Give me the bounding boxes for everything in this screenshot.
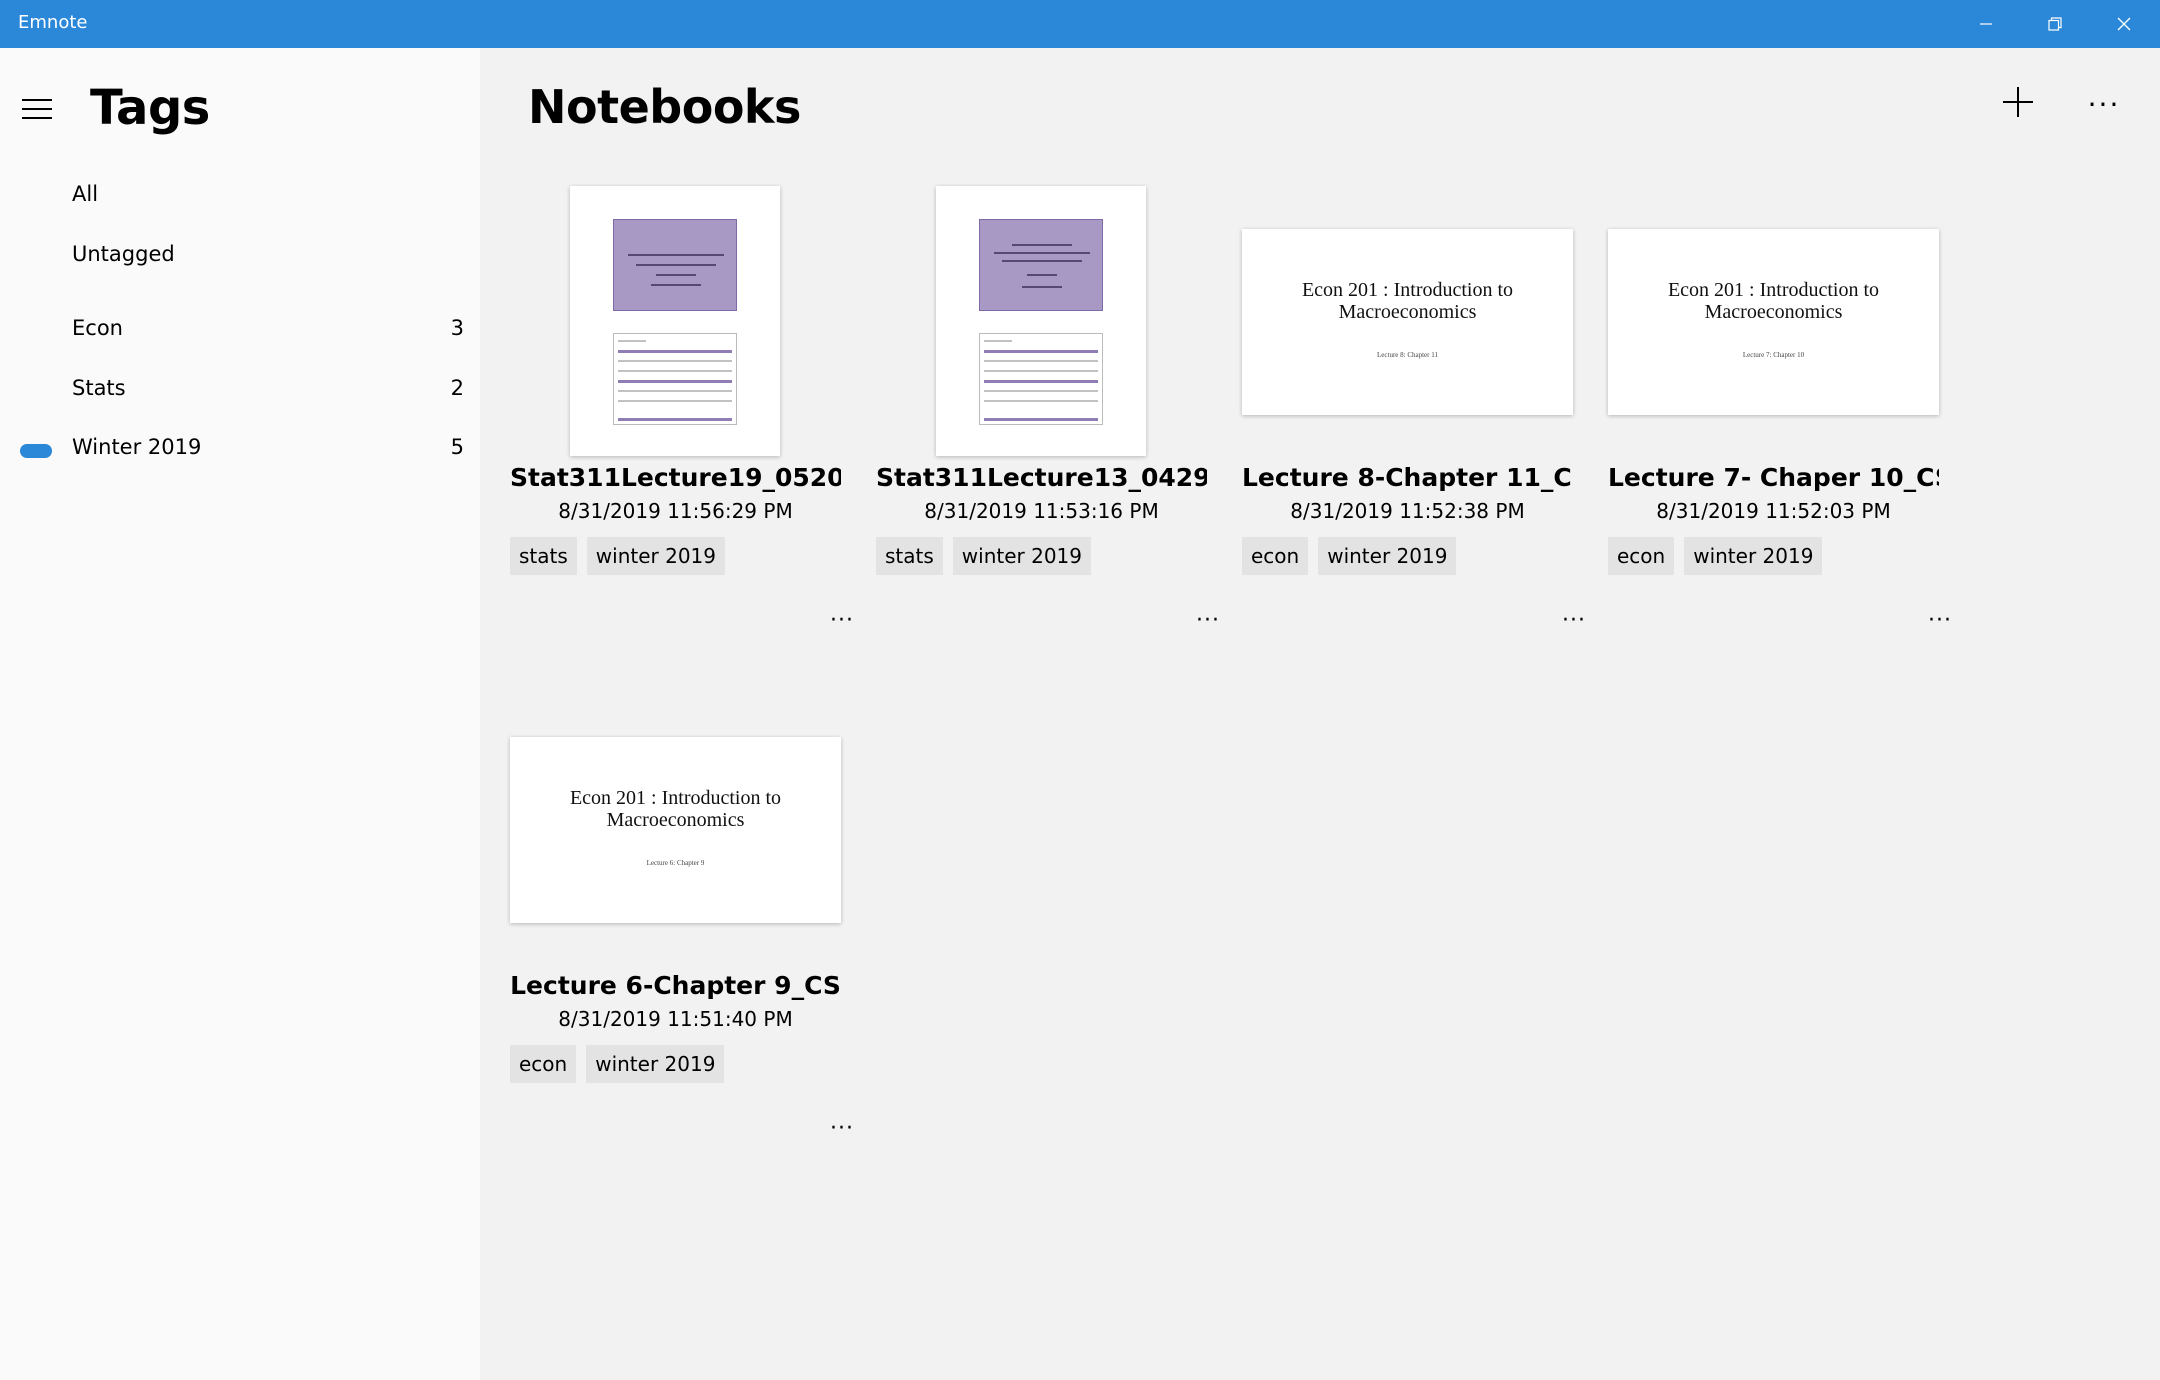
tag-chip[interactable]: stats <box>876 537 943 575</box>
tag-chip[interactable]: winter 2019 <box>586 1045 725 1083</box>
tag-count: 2 <box>450 376 464 400</box>
slide-preview <box>979 333 1103 425</box>
document-preview: Econ 201 : Introduction to Macroeconomic… <box>1608 229 1939 415</box>
sidebar-title: Tags <box>90 80 210 136</box>
more-options-button[interactable]: ··· <box>2082 84 2126 124</box>
sidebar-item-label: Stats <box>72 376 126 400</box>
close-icon <box>2117 17 2131 31</box>
notebook-date: 8/31/2019 11:53:16 PM <box>924 499 1159 523</box>
notebook-card[interactable]: Econ 201 : Introduction to Macroeconomic… <box>510 684 876 1164</box>
notebook-date: 8/31/2019 11:51:40 PM <box>558 1007 793 1031</box>
notebooks-panel: Notebooks ··· Stat311Lecture19_0520 8/31… <box>480 48 2160 1380</box>
tag-count: 5 <box>450 435 464 459</box>
tag-list: econ winter 2019 <box>1242 537 1457 575</box>
sidebar-item-untagged[interactable]: Untagged <box>0 232 480 284</box>
notebook-card[interactable]: Econ 201 : Introduction to Macroeconomic… <box>1608 176 1974 656</box>
notebook-thumbnail[interactable] <box>510 176 876 458</box>
slide-heading: Econ 201 : Introduction to Macroeconomic… <box>569 787 782 831</box>
page-title: Notebooks <box>528 80 801 134</box>
document-preview <box>570 186 780 456</box>
slide-preview <box>979 219 1103 311</box>
title-bar: Emnote <box>0 0 2160 48</box>
sidebar-item-winter-2019[interactable]: Winter 2019 5 <box>0 425 480 477</box>
notebook-more-button[interactable]: ··· <box>820 608 864 638</box>
tags-sidebar: Tags All Untagged Econ 3 Stats 2 Winter … <box>0 48 480 1380</box>
notebook-title: Lecture 7- Chaper 10_CS <box>1608 463 1939 492</box>
tag-list: stats winter 2019 <box>876 537 1091 575</box>
add-notebook-button[interactable] <box>1996 80 2040 124</box>
plus-icon <box>2003 87 2033 117</box>
notebook-title: Lecture 8-Chapter 11_CS <box>1242 463 1573 492</box>
tag-chip[interactable]: winter 2019 <box>952 537 1091 575</box>
notebook-thumbnail[interactable] <box>876 176 1242 458</box>
sidebar-item-label: Winter 2019 <box>72 435 202 459</box>
notebook-card[interactable]: Stat311Lecture13_042919... 8/31/2019 11:… <box>876 176 1242 656</box>
tag-chip[interactable]: econ <box>1242 537 1309 575</box>
minimize-icon <box>1980 23 1992 25</box>
document-preview: Econ 201 : Introduction to Macroeconomic… <box>1242 229 1573 415</box>
slide-heading: Econ 201 : Introduction to Macroeconomic… <box>1667 279 1880 323</box>
slide-heading: Econ 201 : Introduction to Macroeconomic… <box>1301 279 1514 323</box>
notebook-card[interactable]: Econ 201 : Introduction to Macroeconomic… <box>1242 176 1608 656</box>
notebook-date: 8/31/2019 11:52:03 PM <box>1656 499 1891 523</box>
restore-icon <box>2048 17 2062 31</box>
notebook-more-button[interactable]: ··· <box>1552 608 1596 638</box>
restore-button[interactable] <box>2021 0 2089 48</box>
document-preview: Econ 201 : Introduction to Macroeconomic… <box>510 737 841 923</box>
notebook-title: Stat311Lecture19_052019... <box>510 463 841 492</box>
app-title: Emnote <box>18 12 88 33</box>
sidebar-item-label: All <box>72 182 99 206</box>
notebook-card[interactable]: Stat311Lecture19_052019... 8/31/2019 11:… <box>510 176 876 656</box>
slide-preview <box>613 219 737 311</box>
sidebar-item-label: Econ <box>72 316 123 340</box>
notebook-more-button[interactable]: ··· <box>820 1116 864 1146</box>
sidebar-item-econ[interactable]: Econ 3 <box>0 306 480 358</box>
tag-chip[interactable]: winter 2019 <box>1684 537 1823 575</box>
tag-list: stats winter 2019 <box>510 537 725 575</box>
selected-indicator <box>20 444 52 458</box>
tag-list: econ winter 2019 <box>510 1045 725 1083</box>
minimize-button[interactable] <box>1952 0 2020 48</box>
sidebar-item-label: Untagged <box>72 242 175 266</box>
close-button[interactable] <box>2090 0 2158 48</box>
notebook-more-button[interactable]: ··· <box>1918 608 1962 638</box>
notebook-date: 8/31/2019 11:52:38 PM <box>1290 499 1525 523</box>
tag-list: econ winter 2019 <box>1608 537 1823 575</box>
tag-count: 3 <box>450 316 464 340</box>
notebook-title: Lecture 6-Chapter 9_CS <box>510 971 841 1000</box>
notebook-thumbnail[interactable]: Econ 201 : Introduction to Macroeconomic… <box>1242 176 1608 458</box>
tag-chip[interactable]: econ <box>510 1045 577 1083</box>
document-preview <box>936 186 1146 456</box>
notebook-thumbnail[interactable]: Econ 201 : Introduction to Macroeconomic… <box>510 684 876 966</box>
notebook-date: 8/31/2019 11:56:29 PM <box>558 499 793 523</box>
tag-chip[interactable]: winter 2019 <box>1318 537 1457 575</box>
hamburger-icon <box>22 99 52 119</box>
sidebar-item-all[interactable]: All <box>0 172 480 224</box>
sidebar-item-stats[interactable]: Stats 2 <box>0 366 480 418</box>
tag-chip[interactable]: econ <box>1608 537 1675 575</box>
slide-subtitle: Lecture 8: Chapter 11 <box>1377 351 1438 359</box>
notebook-title: Stat311Lecture13_042919... <box>876 463 1207 492</box>
slide-preview <box>613 333 737 425</box>
menu-button[interactable] <box>20 92 54 126</box>
notebook-thumbnail[interactable]: Econ 201 : Introduction to Macroeconomic… <box>1608 176 1974 458</box>
tag-chip[interactable]: winter 2019 <box>586 537 725 575</box>
tag-chip[interactable]: stats <box>510 537 577 575</box>
notebook-more-button[interactable]: ··· <box>1186 608 1230 638</box>
slide-subtitle: Lecture 6: Chapter 9 <box>646 859 705 867</box>
slide-subtitle: Lecture 7: Chapter 10 <box>1742 351 1805 359</box>
